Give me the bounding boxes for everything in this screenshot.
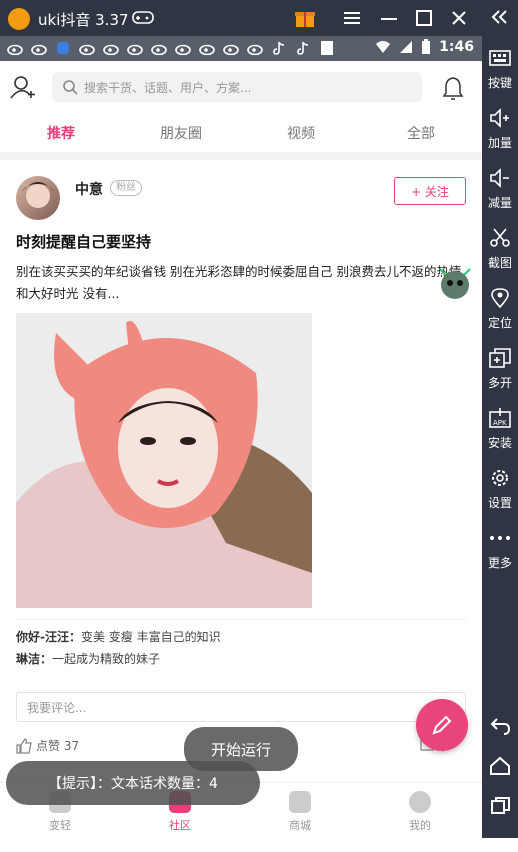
wifi-icon <box>376 41 391 53</box>
sidebar-item-scissors[interactable]: 截图 <box>482 226 518 282</box>
gift-icon[interactable] <box>292 6 318 30</box>
nav-item-mall[interactable]: 商城 <box>260 791 340 833</box>
post-photo[interactable] <box>16 313 312 608</box>
app-screen: 搜索干货、话题、用户、方案... 推荐 朋友圈 视频 全部 中意 粉丝 + 关注… <box>0 61 482 838</box>
sidebar-item-gear[interactable]: 设置 <box>482 466 518 522</box>
sidebar-item-volume-down[interactable]: 减量 <box>482 166 518 222</box>
robot-float-icon[interactable] <box>436 261 474 301</box>
weibo-icon <box>126 40 144 56</box>
sidebar-item-multi-open[interactable]: 多开 <box>482 346 518 402</box>
like-button[interactable]: 点赞 37 <box>16 737 79 754</box>
more-icon <box>488 526 512 550</box>
square-icon <box>318 40 336 56</box>
profile-icon <box>409 791 431 813</box>
weibo-icon <box>78 40 96 56</box>
search-bar[interactable]: 搜索干货、话题、用户、方案... <box>52 72 422 102</box>
status-bar: 1:46 <box>0 36 482 61</box>
app-logo-icon <box>8 8 30 30</box>
avatar[interactable] <box>16 176 60 220</box>
post-username[interactable]: 中意 <box>75 179 103 199</box>
emulator-sidebar: 按键加量减量截图定位多开 APK 安装设置更多 <box>482 0 518 838</box>
tab-friends[interactable]: 朋友圈 <box>160 123 202 143</box>
weibo-icon <box>6 40 24 56</box>
menu-icon[interactable] <box>339 6 365 30</box>
comment-item[interactable]: 琳洁：一起成为精致的妹子 <box>16 650 160 667</box>
comments-divider <box>16 619 466 620</box>
gamepad-icon[interactable] <box>132 8 154 26</box>
tiktok-icon <box>294 40 312 56</box>
pencil-icon <box>432 715 452 735</box>
scissors-icon <box>488 226 512 250</box>
status-right: 1:46 <box>375 39 474 55</box>
weibo-icon <box>30 40 48 56</box>
weibo-icon <box>222 40 240 56</box>
sidebar-item-label: 减量 <box>487 196 512 210</box>
svg-text:APK: APK <box>493 419 507 427</box>
sidebar-item-label: 设置 <box>487 496 512 510</box>
status-time: 1:46 <box>439 39 474 55</box>
compose-button[interactable] <box>416 699 468 751</box>
post-body[interactable]: 别在该买买买的年纪谈省钱 别在光彩恣肆的时候委屈自己 别浪费去儿不返的热情和大好… <box>16 261 468 305</box>
weibo-icon <box>174 40 192 56</box>
thumbs-up-icon <box>16 737 32 754</box>
sidebar-item-location[interactable]: 定位 <box>482 286 518 342</box>
shopping-bag-icon <box>289 791 311 813</box>
tab-recommend[interactable]: 推荐 <box>47 123 75 143</box>
sidebar-item-label: 定位 <box>487 316 512 330</box>
home-icon <box>490 756 510 775</box>
back-icon <box>490 718 511 735</box>
section-divider <box>0 152 482 160</box>
weibo-icon <box>198 40 216 56</box>
sidebar-item-label: 加量 <box>487 136 512 150</box>
notification-bell-icon[interactable] <box>442 75 464 101</box>
comment-input[interactable]: 我要评论... <box>16 692 466 722</box>
location-icon <box>488 286 512 310</box>
weibo-icon <box>102 40 120 56</box>
like-count: 点赞 37 <box>36 739 80 753</box>
post-title[interactable]: 时刻提醒自己要坚持 <box>16 231 151 252</box>
signal-icon <box>400 41 413 53</box>
comment-item[interactable]: 你好-汪汪：变美 变瘦 丰富自己的知识 <box>16 628 221 645</box>
sidebar-item-label: 按键 <box>487 76 512 90</box>
hint-toast: 【提示】：文本话术数量：4 <box>6 761 260 805</box>
sidebar-item-more[interactable]: 更多 <box>482 526 518 582</box>
recent-apps-icon <box>491 797 510 814</box>
gear-icon <box>488 466 512 490</box>
keyboard-icon <box>488 46 512 70</box>
search-icon <box>63 80 78 95</box>
sidebar-item-label: 多开 <box>487 376 512 390</box>
tab-all[interactable]: 全部 <box>407 123 435 143</box>
volume-down-icon <box>488 166 512 190</box>
emulator-titlebar: uki抖音 3.37 <box>0 0 482 36</box>
weibo-icon <box>150 40 168 56</box>
maximize-icon[interactable] <box>411 6 437 30</box>
nav-item-me[interactable]: 我的 <box>380 791 460 833</box>
status-icons <box>6 40 336 56</box>
recent-apps-button[interactable] <box>482 796 518 852</box>
sidebar-item-apk-install[interactable]: APK 安装 <box>482 406 518 462</box>
tab-video[interactable]: 视频 <box>287 123 315 143</box>
minimize-icon[interactable] <box>376 6 402 30</box>
user-badge: 粉丝 <box>110 180 142 196</box>
battery-icon <box>422 39 431 54</box>
weibo-icon <box>246 40 264 56</box>
window-title: uki抖音 3.37 <box>38 11 129 29</box>
follow-button[interactable]: + 关注 <box>394 177 466 205</box>
volume-up-icon <box>488 106 512 130</box>
add-user-icon[interactable] <box>10 75 36 99</box>
close-icon[interactable] <box>446 6 472 30</box>
sidebar-item-label: 更多 <box>487 556 512 570</box>
sidebar-item-keyboard[interactable]: 按键 <box>482 46 518 102</box>
double-chevron-left-icon <box>491 10 507 24</box>
tiktok-icon <box>270 40 288 56</box>
search-placeholder: 搜索干货、话题、用户、方案... <box>84 80 252 95</box>
sidebar-item-volume-up[interactable]: 加量 <box>482 106 518 162</box>
apk-install-icon: APK <box>488 406 512 430</box>
sidebar-item-label: 截图 <box>487 256 512 270</box>
sidebar-item-label: 安装 <box>487 436 512 450</box>
app-icon <box>54 40 72 56</box>
multi-open-icon <box>488 346 512 370</box>
